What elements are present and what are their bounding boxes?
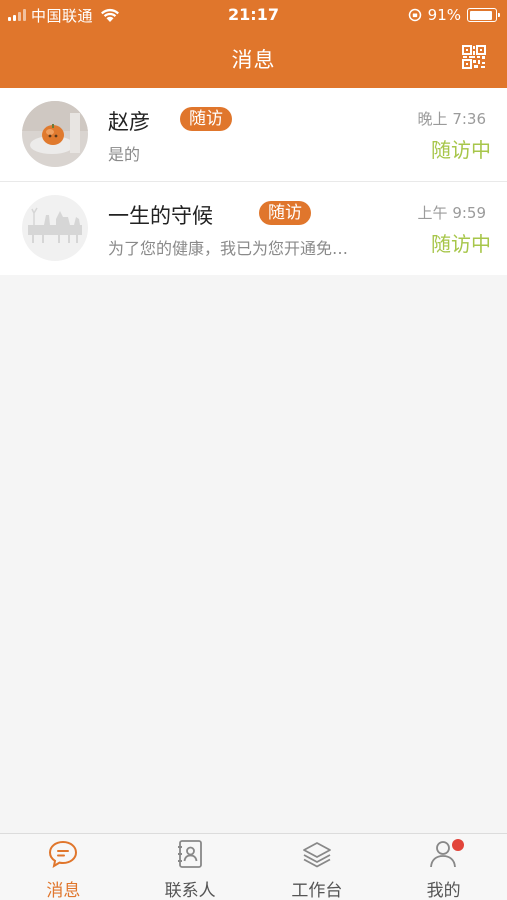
message-item[interactable]: 赵彦 随访 是的 晚上 7:36 随访中 [0, 88, 507, 181]
tab-messages[interactable]: 消息 [0, 834, 127, 900]
tab-contacts[interactable]: 联系人 [127, 834, 254, 900]
orientation-lock-icon [408, 8, 421, 22]
followup-status: 随访中 [431, 138, 491, 162]
message-preview: 为了您的健康，我已为您开通免… [108, 239, 349, 258]
message-time: 上午 9:59 [417, 204, 486, 222]
message-time: 晚上 7:36 [417, 110, 486, 128]
status-right: 91% [408, 5, 500, 25]
contacts-book-icon [178, 840, 203, 868]
status-bar: 中国联通 21:17 91% [0, 0, 507, 30]
page-title: 消息 [231, 48, 276, 72]
layers-icon [302, 842, 331, 868]
qr-code-icon[interactable] [461, 44, 487, 70]
followup-status: 随访中 [431, 232, 491, 256]
notification-badge-dot [452, 839, 465, 851]
chat-bubble-icon [49, 840, 78, 869]
tab-workbench[interactable]: 工作台 [254, 834, 381, 900]
tab-label: 联系人 [164, 881, 216, 900]
orange-fruit-avatar-image [22, 101, 88, 167]
battery-icon [467, 8, 500, 22]
contact-avatar [22, 101, 88, 167]
tab-label: 消息 [46, 881, 81, 900]
contact-name: 一生的守候 [108, 204, 213, 228]
message-list: 赵彦 随访 是的 晚上 7:36 随访中 一生的守候 随访 为了您的健康，我已为… [0, 88, 507, 275]
tab-profile[interactable]: 我的 [380, 834, 507, 900]
battery-level [469, 10, 493, 20]
followup-tag: 随访 [180, 107, 232, 131]
tab-label: 我的 [426, 881, 461, 900]
tab-label: 工作台 [291, 881, 343, 900]
contact-name: 赵彦 [108, 110, 150, 134]
battery-percent: 91% [427, 6, 461, 24]
tab-bar: 消息 联系人 工作台 我的 [0, 833, 507, 900]
followup-tag: 随访 [259, 201, 311, 225]
message-item[interactable]: 一生的守候 随访 为了您的健康，我已为您开通免… 上午 9:59 随访中 [0, 181, 507, 275]
app-header: 中国联通 21:17 91% 消息 [0, 0, 507, 88]
deer-silhouette-avatar-image [22, 195, 88, 261]
contact-avatar [22, 195, 88, 261]
nav-bar: 消息 [0, 30, 507, 88]
message-preview: 是的 [108, 145, 141, 164]
